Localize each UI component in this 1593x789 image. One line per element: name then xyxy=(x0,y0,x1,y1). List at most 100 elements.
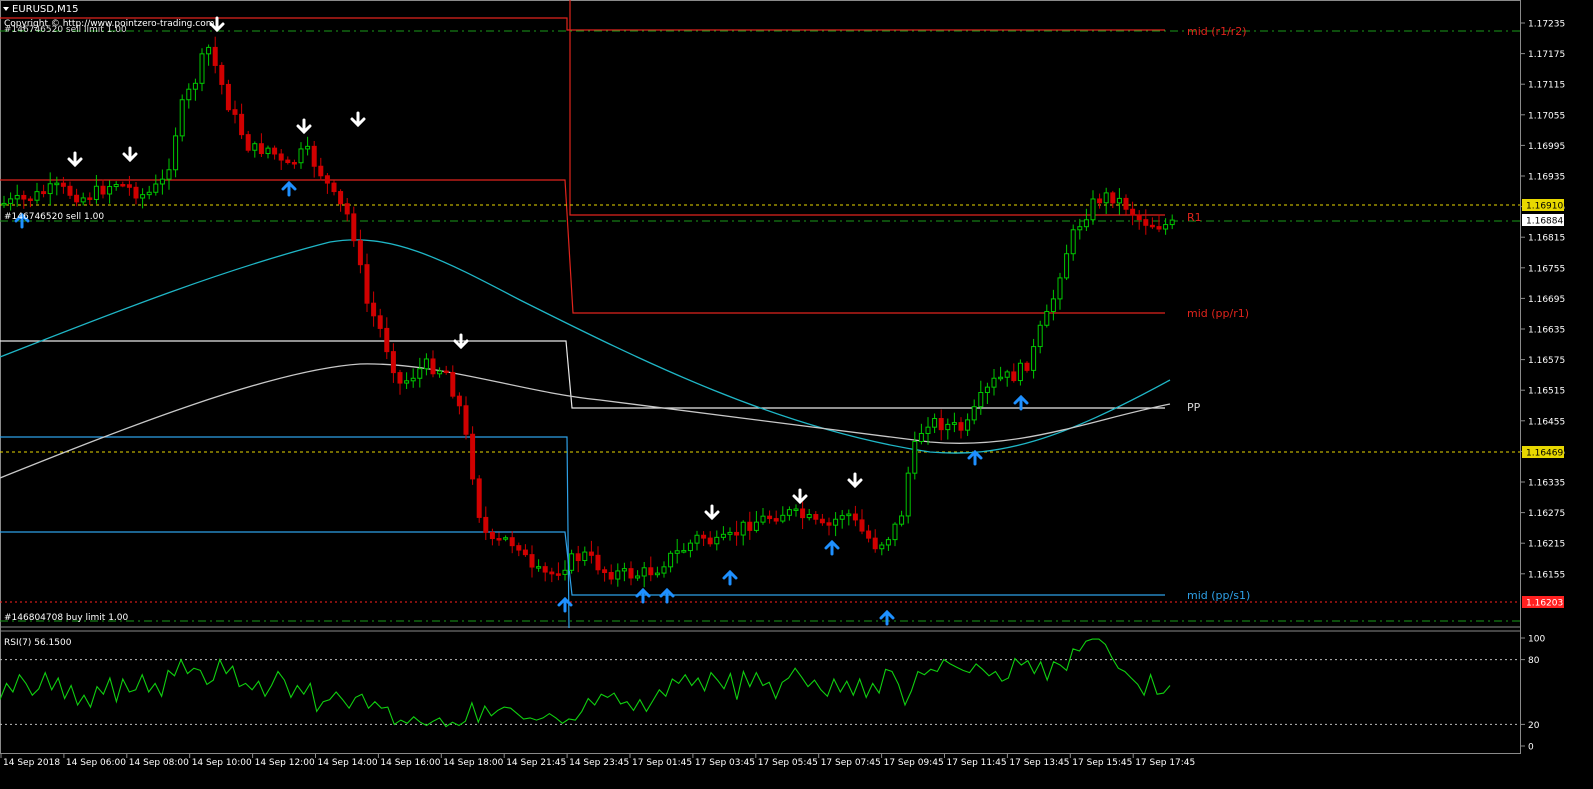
candle-body[interactable] xyxy=(615,570,621,580)
candle-body[interactable] xyxy=(892,523,898,541)
candle-body[interactable] xyxy=(456,395,462,407)
candle-body[interactable] xyxy=(258,143,264,155)
candle-body[interactable] xyxy=(93,185,99,200)
candle-body[interactable] xyxy=(272,147,278,155)
candle-body[interactable] xyxy=(14,194,20,200)
candle-body[interactable] xyxy=(747,521,753,531)
candle-body[interactable] xyxy=(179,99,185,137)
candle-body[interactable] xyxy=(588,551,594,556)
candle-body[interactable] xyxy=(384,327,390,353)
candle-body[interactable] xyxy=(1116,197,1122,204)
candle-body[interactable] xyxy=(694,534,700,544)
candle-body[interactable] xyxy=(503,537,509,540)
candle-body[interactable] xyxy=(430,358,436,375)
candle-body[interactable] xyxy=(371,302,377,317)
candle-body[interactable] xyxy=(555,573,561,576)
candle-body[interactable] xyxy=(720,533,726,538)
candle-body[interactable] xyxy=(338,191,344,205)
candle-body[interactable] xyxy=(450,372,456,397)
candle-body[interactable] xyxy=(674,550,680,554)
candle-body[interactable] xyxy=(1050,298,1056,312)
candle-body[interactable] xyxy=(252,143,258,151)
candle-body[interactable] xyxy=(87,197,93,200)
candle-body[interactable] xyxy=(707,537,713,545)
candle-body[interactable] xyxy=(641,567,647,577)
candle-body[interactable] xyxy=(582,551,588,562)
candle-body[interactable] xyxy=(1110,192,1116,204)
candle-body[interactable] xyxy=(1031,346,1037,371)
candle-body[interactable] xyxy=(813,514,819,520)
candle-body[interactable] xyxy=(173,135,179,171)
candle-body[interactable] xyxy=(542,566,548,573)
candle-body[interactable] xyxy=(991,377,997,388)
candle-body[interactable] xyxy=(27,198,33,202)
candle-body[interactable] xyxy=(423,358,429,370)
candle-body[interactable] xyxy=(951,422,957,425)
candle-body[interactable] xyxy=(866,530,872,539)
chart-menu-triangle-icon[interactable] xyxy=(3,7,9,11)
candle-body[interactable] xyxy=(1024,362,1030,371)
candle-body[interactable] xyxy=(833,518,839,526)
candle-body[interactable] xyxy=(608,572,614,580)
chart-window[interactable]: mid (r1/r2) R1 mid (pp/r1) PP mid (pp/s1… xyxy=(0,0,1593,785)
candle-body[interactable] xyxy=(509,537,515,547)
candle-body[interactable] xyxy=(47,183,53,195)
candle-body[interactable] xyxy=(331,182,337,193)
candle-body[interactable] xyxy=(965,419,971,431)
candle-body[interactable] xyxy=(984,386,990,394)
candle-body[interactable] xyxy=(153,183,159,193)
candle-body[interactable] xyxy=(780,514,786,522)
candle-body[interactable] xyxy=(496,538,502,541)
candle-body[interactable] xyxy=(410,377,416,382)
candle-body[interactable] xyxy=(80,197,86,203)
candle-body[interactable] xyxy=(1064,253,1070,279)
candle-body[interactable] xyxy=(945,423,951,431)
candle-body[interactable] xyxy=(1011,371,1017,382)
candle-body[interactable] xyxy=(483,516,489,533)
candle-body[interactable] xyxy=(489,531,495,540)
candle-body[interactable] xyxy=(826,522,832,526)
candle-body[interactable] xyxy=(67,185,73,196)
candle-body[interactable] xyxy=(298,148,304,164)
candle-body[interactable] xyxy=(265,147,271,155)
candle-body[interactable] xyxy=(621,568,627,572)
candle-body[interactable] xyxy=(1123,197,1129,210)
candle-body[interactable] xyxy=(668,552,674,568)
candle-body[interactable] xyxy=(212,46,218,66)
candle-body[interactable] xyxy=(806,514,812,519)
candle-body[interactable] xyxy=(120,184,126,187)
candle-body[interactable] xyxy=(357,240,363,266)
candle-body[interactable] xyxy=(21,194,27,200)
candle-body[interactable] xyxy=(1090,198,1096,221)
candle-body[interactable] xyxy=(1077,226,1083,231)
candle-body[interactable] xyxy=(1163,224,1169,230)
candle-body[interactable] xyxy=(687,542,693,552)
candle-body[interactable] xyxy=(932,418,938,428)
candle-body[interactable] xyxy=(938,418,944,431)
candle-body[interactable] xyxy=(1143,219,1149,226)
candle-body[interactable] xyxy=(846,513,852,517)
candle-body[interactable] xyxy=(839,515,845,520)
candle-body[interactable] xyxy=(701,534,707,539)
candle-body[interactable] xyxy=(245,134,251,151)
candle-body[interactable] xyxy=(569,553,575,571)
candle-body[interactable] xyxy=(377,315,383,329)
candle-body[interactable] xyxy=(1097,198,1103,204)
candle-body[interactable] xyxy=(344,203,350,215)
candle-body[interactable] xyxy=(536,566,542,569)
candle-body[interactable] xyxy=(595,554,601,571)
candle-body[interactable] xyxy=(291,162,297,165)
candle-body[interactable] xyxy=(113,184,119,188)
candle-body[interactable] xyxy=(34,191,40,201)
candle-body[interactable] xyxy=(239,113,245,136)
candle-body[interactable] xyxy=(8,198,14,204)
candle-body[interactable] xyxy=(740,521,746,536)
time-axis[interactable]: 14 Sep 2018 14 Sep 06:00 14 Sep 08:00 14 Se… xyxy=(0,754,1195,768)
candle-body[interactable] xyxy=(971,406,977,421)
candle-body[interactable] xyxy=(852,513,858,521)
candle-body[interactable] xyxy=(562,569,568,575)
candle-body[interactable] xyxy=(859,519,865,532)
candle-body[interactable] xyxy=(734,531,740,536)
candlesticks[interactable] xyxy=(1,36,1175,588)
candle-body[interactable] xyxy=(575,553,581,562)
